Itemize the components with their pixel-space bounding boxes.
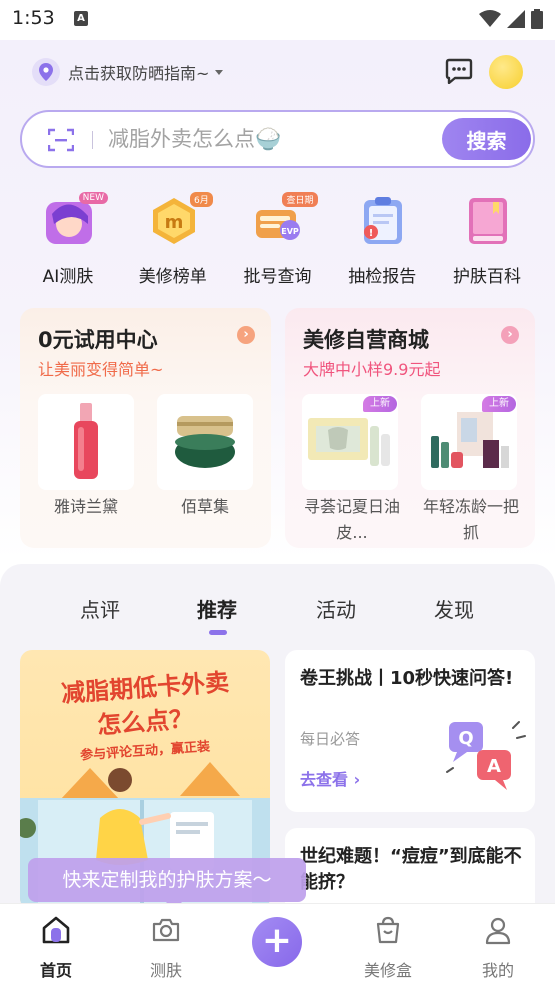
quick-link-label: 批号查询 xyxy=(243,267,312,287)
location-pin-icon xyxy=(32,58,60,86)
quick-link-ranking[interactable]: m 6月 美修榜单 xyxy=(125,190,221,290)
skin-plan-tooltip[interactable]: 快来定制我的护肤方案～ xyxy=(28,858,306,910)
product-image-estee-lauder[interactable] xyxy=(38,394,134,490)
mall-card-subtitle: 大牌中小样9.9元起 xyxy=(303,360,441,379)
chevron-right-icon[interactable]: › xyxy=(501,326,519,344)
status-icons xyxy=(479,9,543,29)
inspection-report-icon: ! xyxy=(364,197,403,244)
nav-profile[interactable]: 我的 xyxy=(458,914,538,981)
wifi-icon xyxy=(479,10,501,27)
view-link[interactable]: 去查看 › xyxy=(300,766,360,790)
qa-speech-bubbles-icon: Q A xyxy=(446,721,526,790)
chevron-right-icon[interactable]: › xyxy=(237,326,255,344)
caret-down-icon xyxy=(215,69,224,75)
nav-skin-test[interactable]: 测肤 xyxy=(126,914,206,981)
search-button[interactable]: 搜索 xyxy=(442,118,531,160)
trial-center-card[interactable]: 0元试用中心 让美丽变得简单~ › 雅诗兰黛 佰草集 xyxy=(20,308,271,548)
month-badge: 6月 xyxy=(190,192,213,207)
tab-discover[interactable]: 发现 xyxy=(434,594,474,623)
mall-card-title: 美修自营商城 xyxy=(303,328,429,352)
location-text: 点击获取防晒指南~ xyxy=(68,64,210,83)
product-name: 年轻冻龄一把抓 xyxy=(422,497,519,542)
chat-bubble-icon xyxy=(445,58,473,85)
notification-icon: A xyxy=(74,11,88,26)
quick-links: NEW AI测肤 m 6月 美修榜单 EVP 查日期 批号查询 ! 抽检报告 护… xyxy=(20,190,535,290)
search-divider xyxy=(92,131,93,149)
home-icon xyxy=(42,916,70,944)
tab-reviews[interactable]: 点评 xyxy=(80,594,120,623)
nav-label: 我的 xyxy=(481,961,514,980)
product-name: 寻荟记夏日油皮... xyxy=(303,497,400,542)
topic-card[interactable]: 世纪难题！“痘痘”到底能不能挤？ xyxy=(285,828,535,904)
status-time: 1:53 xyxy=(12,7,55,29)
feed-tabs: 点评 推荐 活动 发现 xyxy=(0,594,555,634)
self-run-mall-card[interactable]: 美修自营商城 大牌中小样9.9元起 › 上新 上新 寻荟记夏日油皮... 年轻冻… xyxy=(285,308,535,548)
quick-link-label: 美修榜单 xyxy=(138,267,207,287)
feed-section: 点评 推荐 活动 发现 减脂期低卡外卖 怎么点？ 参与评论互动，赢正装 卷王挑战… xyxy=(0,564,555,904)
bottom-navigation: 首页 测肤 + 美修盒 我的 xyxy=(0,903,555,987)
product-image-herborist[interactable] xyxy=(157,394,253,490)
camera-icon xyxy=(152,918,180,942)
quick-link-label: AI测肤 xyxy=(42,267,94,287)
quick-link-inspection-report[interactable]: ! 抽检报告 xyxy=(334,190,430,290)
new-arrival-tag: 上新 xyxy=(482,396,516,412)
quick-link-label: 护肤百科 xyxy=(453,267,521,287)
product-name: 佰草集 xyxy=(180,497,229,516)
signal-icon xyxy=(507,10,525,28)
svg-text:m: m xyxy=(164,212,183,233)
quick-link-ai-skin-test[interactable]: NEW AI测肤 xyxy=(20,190,116,290)
search-bar[interactable]: 搜索 xyxy=(20,110,535,168)
nav-label: 首页 xyxy=(39,961,72,980)
profile-icon xyxy=(485,917,511,945)
quick-link-batch-query[interactable]: EVP 查日期 批号查询 xyxy=(230,190,326,290)
quick-link-label: 抽检报告 xyxy=(348,267,417,287)
nav-beauty-box[interactable]: 美修盒 xyxy=(348,914,428,981)
nav-label: 美修盒 xyxy=(363,961,412,980)
message-button[interactable] xyxy=(445,58,473,85)
tab-recommended[interactable]: 推荐 xyxy=(197,594,237,623)
nav-home[interactable]: 首页 xyxy=(16,914,96,981)
daily-quiz-card[interactable]: 卷王挑战丨10秒快速问答! 每日必答 去查看 › Q A xyxy=(285,650,535,812)
product-name: 雅诗兰黛 xyxy=(53,497,118,516)
location-selector[interactable]: 点击获取防晒指南~ xyxy=(32,57,224,87)
active-tab-indicator xyxy=(209,630,227,635)
svg-text:Q: Q xyxy=(458,728,473,749)
plus-icon[interactable]: + xyxy=(252,917,302,967)
svg-text:A: A xyxy=(487,756,501,777)
new-badge: NEW xyxy=(78,192,108,204)
tab-activities[interactable]: 活动 xyxy=(316,594,356,623)
search-input[interactable] xyxy=(108,122,428,156)
nav-label: 测肤 xyxy=(149,961,182,980)
quiz-card-title: 卷王挑战丨10秒快速问答! xyxy=(300,668,514,689)
scan-icon[interactable] xyxy=(48,128,74,152)
encyclopedia-book-icon xyxy=(469,198,507,244)
battery-icon xyxy=(531,9,543,29)
trial-card-subtitle: 让美丽变得简单~ xyxy=(38,360,164,379)
trial-card-title: 0元试用中心 xyxy=(38,328,158,352)
topic-card-title: 世纪难题！“痘痘”到底能不能挤？ xyxy=(300,846,522,893)
quiz-card-subtitle: 每日必答 xyxy=(300,730,361,748)
quick-link-encyclopedia[interactable]: 护肤百科 xyxy=(439,190,535,290)
svg-text:EVP: EVP xyxy=(281,227,299,236)
avatar[interactable] xyxy=(489,55,523,89)
svg-text:!: ! xyxy=(369,228,374,239)
status-bar: 1:53 A xyxy=(0,0,555,40)
date-badge: 查日期 xyxy=(282,192,318,207)
new-arrival-tag: 上新 xyxy=(363,396,397,412)
shopping-bag-icon xyxy=(376,916,400,944)
